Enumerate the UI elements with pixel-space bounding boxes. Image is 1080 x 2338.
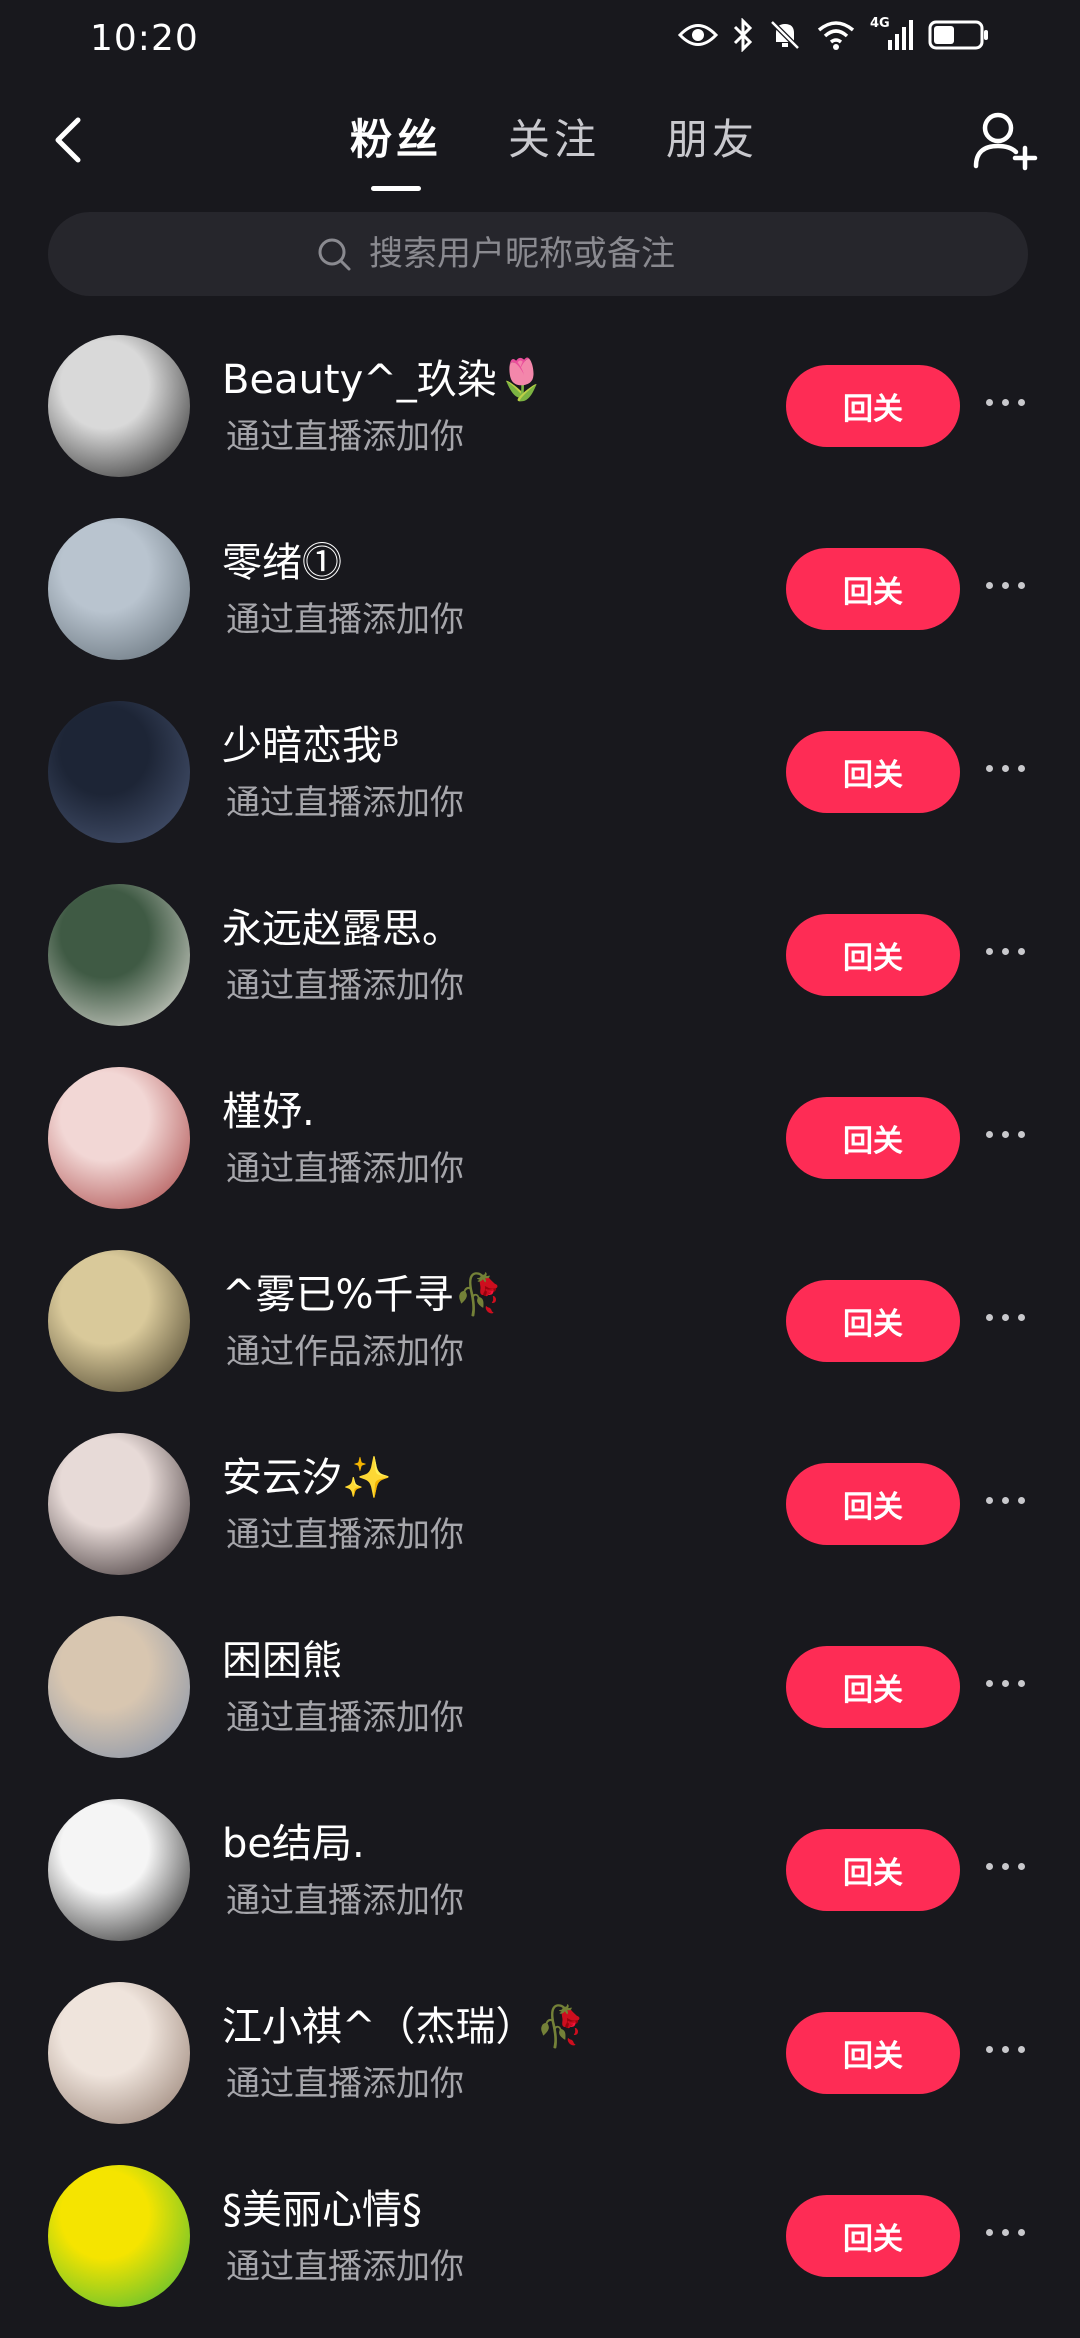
follow-back-button[interactable]: 回关	[786, 1646, 960, 1728]
more-options-icon[interactable]	[986, 1668, 1036, 1698]
follower-row[interactable]: 零绪⓵ 通过直播添加你 回关	[0, 508, 1080, 691]
tab-following[interactable]: 关注	[508, 106, 600, 181]
avatar[interactable]	[48, 1616, 190, 1758]
follow-back-button[interactable]: 回关	[786, 1097, 960, 1179]
top-nav: 粉丝 关注 朋友	[0, 100, 1080, 190]
follower-name[interactable]: ^雾已%千寻🥀	[222, 1262, 503, 1320]
more-options-icon[interactable]	[986, 1851, 1036, 1881]
follower-source: 通过直播添加你	[226, 1149, 464, 1189]
more-options-icon[interactable]	[986, 387, 1036, 417]
follower-row[interactable]: 安云汐✨ 通过直播添加你 回关	[0, 1423, 1080, 1606]
avatar[interactable]	[48, 1250, 190, 1392]
follower-source: 通过直播添加你	[226, 966, 464, 1006]
follow-back-button[interactable]: 回关	[786, 548, 960, 630]
tab-friends[interactable]: 朋友	[666, 106, 758, 181]
more-options-icon[interactable]	[986, 2217, 1036, 2247]
follower-source: 通过直播添加你	[226, 600, 464, 640]
more-options-icon[interactable]	[986, 1485, 1036, 1515]
follow-back-button[interactable]: 回关	[786, 365, 960, 447]
status-time: 10:20	[90, 18, 199, 59]
search-bar[interactable]	[48, 212, 1028, 296]
avatar[interactable]	[48, 1799, 190, 1941]
follower-source: 通过直播添加你	[226, 2064, 464, 2104]
follow-back-button[interactable]: 回关	[786, 1463, 960, 1545]
add-user-icon[interactable]	[970, 106, 1040, 176]
more-options-icon[interactable]	[986, 936, 1036, 966]
follower-name[interactable]: Beauty^_玖染🌷	[222, 347, 547, 405]
follower-row[interactable]: Beauty^_玖染🌷 通过直播添加你 回关	[0, 325, 1080, 508]
follower-source: 通过直播添加你	[226, 2247, 464, 2287]
follow-back-button[interactable]: 回关	[786, 914, 960, 996]
cellular-signal: 4G	[870, 16, 914, 52]
more-options-icon[interactable]	[986, 1119, 1036, 1149]
more-options-icon[interactable]	[986, 753, 1036, 783]
back-arrow-icon[interactable]	[40, 110, 100, 170]
bluetooth-icon	[733, 18, 753, 52]
follower-row[interactable]: be结局. 通过直播添加你 回关	[0, 1789, 1080, 1972]
more-options-icon[interactable]	[986, 2034, 1036, 2064]
avatar[interactable]	[48, 335, 190, 477]
follower-name[interactable]: 槿妤.	[222, 1079, 315, 1137]
status-icons: 4G	[678, 16, 990, 52]
follower-source: 通过直播添加你	[226, 417, 464, 457]
follow-back-button[interactable]: 回关	[786, 2195, 960, 2277]
avatar[interactable]	[48, 884, 190, 1026]
avatar[interactable]	[48, 1982, 190, 2124]
search-input[interactable]	[367, 233, 761, 275]
signal-bars-icon	[888, 20, 913, 50]
tab-fans[interactable]: 粉丝	[350, 106, 442, 181]
follower-row[interactable]: 槿妤. 通过直播添加你 回关	[0, 1057, 1080, 1240]
avatar[interactable]	[48, 1067, 190, 1209]
follower-name[interactable]: 困困熊	[222, 1628, 342, 1686]
follow-back-button[interactable]: 回关	[786, 2012, 960, 2094]
follower-name[interactable]: be结局.	[222, 1811, 365, 1869]
follower-row[interactable]: §美丽心情§ 通过直播添加你 回关	[0, 2155, 1080, 2338]
follower-row[interactable]: 困困熊 通过直播添加你 回关	[0, 1606, 1080, 1789]
follower-name[interactable]: 安云汐✨	[222, 1445, 392, 1503]
more-options-icon[interactable]	[986, 1302, 1036, 1332]
follower-source: 通过作品添加你	[226, 1332, 464, 1372]
follower-name[interactable]: §美丽心情§	[222, 2177, 422, 2235]
mute-bell-icon	[770, 20, 800, 50]
avatar[interactable]	[48, 518, 190, 660]
follower-name[interactable]: 少暗恋我ᴮ	[222, 713, 399, 771]
follower-row[interactable]: 江小祺^（杰瑞）🥀 通过直播添加你 回关	[0, 1972, 1080, 2155]
follower-source: 通过直播添加你	[226, 783, 464, 823]
wifi-icon	[817, 21, 855, 50]
status-bar: 10:20 4G	[0, 0, 1080, 80]
battery-icon	[928, 20, 988, 50]
follower-name[interactable]: 江小祺^（杰瑞）🥀	[222, 1994, 585, 2052]
follower-source: 通过直播添加你	[226, 1698, 464, 1738]
follower-name[interactable]: 零绪⓵	[222, 530, 342, 588]
avatar[interactable]	[48, 2165, 190, 2307]
follow-back-button[interactable]: 回关	[786, 1280, 960, 1362]
follower-source: 通过直播添加你	[226, 1515, 464, 1555]
avatar[interactable]	[48, 701, 190, 843]
search-icon	[318, 238, 351, 271]
follower-row[interactable]: ^雾已%千寻🥀 通过作品添加你 回关	[0, 1240, 1080, 1423]
follower-row[interactable]: 少暗恋我ᴮ 通过直播添加你 回关	[0, 691, 1080, 874]
follower-name[interactable]: 永远赵露思。	[222, 896, 462, 954]
tab-bar: 粉丝 关注 朋友	[350, 106, 758, 181]
follower-list: Beauty^_玖染🌷 通过直播添加你 回关 零绪⓵ 通过直播添加你 回关 少暗…	[0, 325, 1080, 2338]
more-options-icon[interactable]	[986, 570, 1036, 600]
eye-icon	[678, 24, 718, 46]
follower-source: 通过直播添加你	[226, 1881, 464, 1921]
avatar[interactable]	[48, 1433, 190, 1575]
follow-back-button[interactable]: 回关	[786, 731, 960, 813]
follower-row[interactable]: 永远赵露思。 通过直播添加你 回关	[0, 874, 1080, 1057]
follow-back-button[interactable]: 回关	[786, 1829, 960, 1911]
